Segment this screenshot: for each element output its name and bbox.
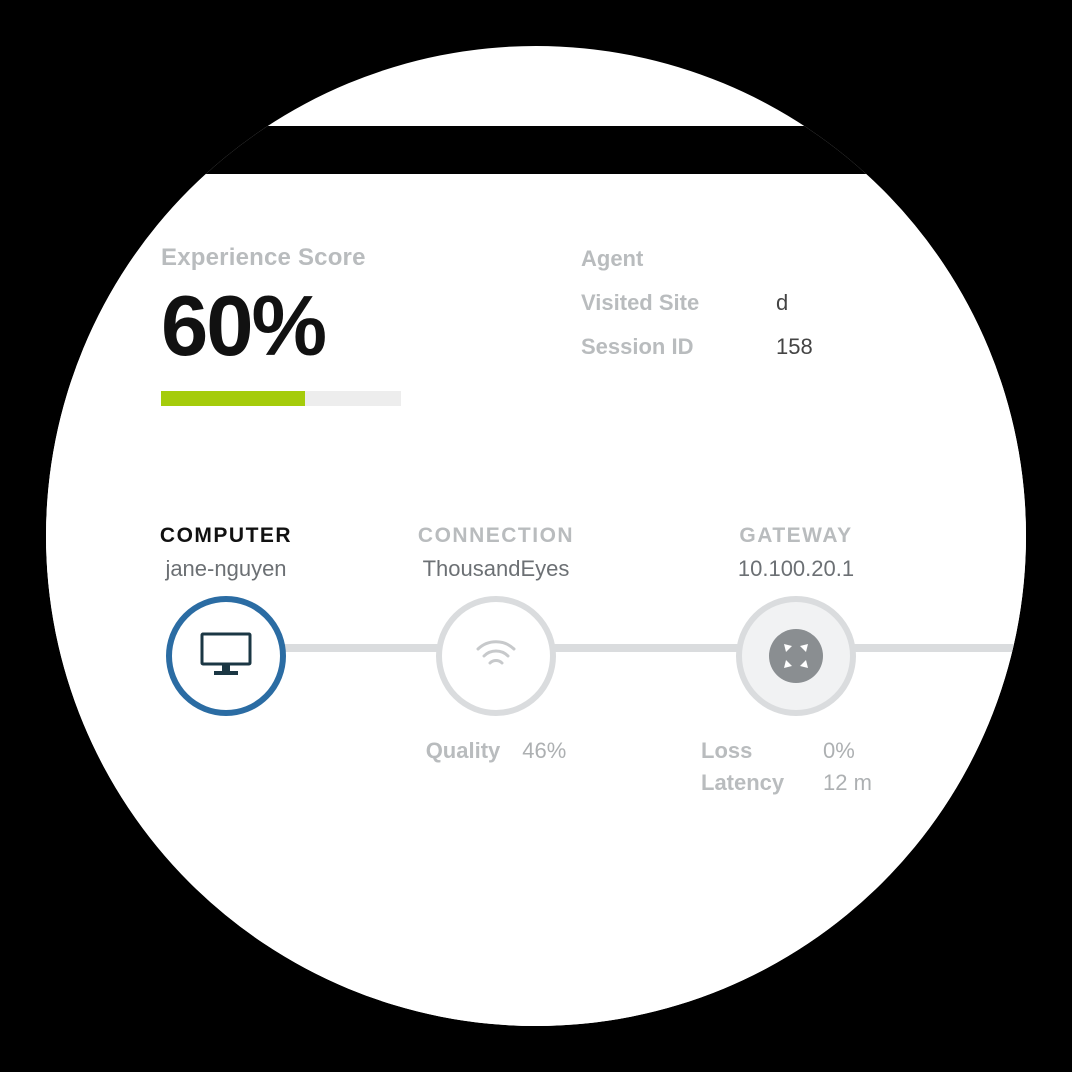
circle-viewport: Experience Score 60% Agent Visited Site … (46, 46, 1026, 1026)
network-path-row: COMPUTER jane-nguyen CONNECTION (106, 524, 946, 802)
experience-score-value: 60% (161, 284, 581, 369)
node-computer-header: COMPUTER (160, 524, 292, 548)
zoom-icon[interactable] (116, 143, 130, 157)
node-computer-circle[interactable] (166, 596, 286, 716)
experience-score-label: Experience Score (161, 244, 581, 272)
node-connection-circle[interactable] (436, 596, 556, 716)
window-titlebar (46, 126, 1026, 174)
experience-score-bar (161, 391, 401, 406)
meta-site-value: d (776, 290, 788, 316)
meta-agent-row: Agent (581, 246, 1026, 272)
node-gateway-header: GATEWAY (739, 524, 852, 548)
meta-site-key: Visited Site (581, 290, 776, 316)
meta-session-row: Session ID 158 (581, 334, 1026, 360)
meta-agent-key: Agent (581, 246, 776, 272)
monitor-icon (200, 632, 252, 681)
gateway-latency-key: Latency (701, 770, 801, 796)
path-connector-2 (521, 644, 756, 652)
gateway-loss-key: Loss (701, 738, 801, 764)
gateway-metrics: Loss 0% Latency 12 m (701, 738, 891, 802)
connection-quality-value: 46% (522, 738, 566, 764)
gateway-latency-value: 12 m (823, 770, 872, 796)
path-node-gateway[interactable]: GATEWAY 10.100.20.1 (646, 524, 946, 802)
browser-window: Experience Score 60% Agent Visited Site … (46, 126, 1026, 1026)
connection-metrics: Quality 46% (426, 738, 567, 770)
node-gateway-sub: 10.100.20.1 (738, 556, 854, 582)
node-gateway-circle[interactable] (736, 596, 856, 716)
dashboard-content: Experience Score 60% Agent Visited Site … (46, 174, 1026, 1026)
arrows-out-icon (769, 629, 823, 683)
meta-session-key: Session ID (581, 334, 776, 360)
meta-site-row: Visited Site d (581, 290, 1026, 316)
minimize-icon[interactable] (92, 143, 106, 157)
close-icon[interactable] (68, 143, 82, 157)
meta-session-value: 158 (776, 334, 813, 360)
experience-score-block: Experience Score 60% (161, 244, 581, 406)
path-node-computer[interactable]: COMPUTER jane-nguyen (106, 524, 346, 716)
experience-score-bar-fill (161, 391, 305, 406)
node-connection-header: CONNECTION (418, 524, 574, 548)
gateway-loss-value: 0% (823, 738, 855, 764)
summary-row: Experience Score 60% Agent Visited Site … (161, 244, 1026, 406)
node-computer-sub: jane-nguyen (165, 556, 286, 582)
wifi-icon (476, 639, 516, 674)
connection-quality-key: Quality (426, 738, 501, 764)
session-meta: Agent Visited Site d Session ID 158 (581, 244, 1026, 378)
node-connection-sub: ThousandEyes (423, 556, 570, 582)
